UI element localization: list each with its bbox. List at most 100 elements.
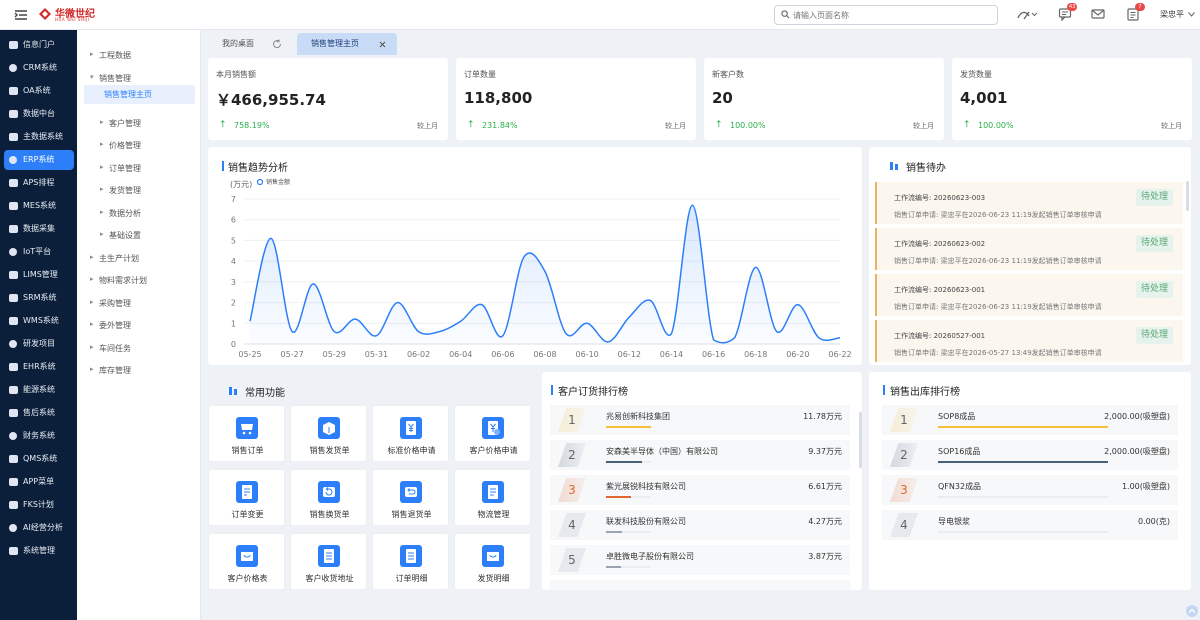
sidebar-item-rd[interactable]: 研发项目 xyxy=(4,334,74,354)
sidebar-item-qms[interactable]: QMS系统 xyxy=(4,449,74,469)
rank-row[interactable]: 3 QFN32成品 1.00(吸塑盘) xyxy=(882,475,1178,505)
function-tile[interactable]: 物流管理 xyxy=(454,469,531,526)
x-tick-label: 05-27 xyxy=(281,350,304,359)
kpi-change: 758.19% xyxy=(234,121,270,130)
rank-row[interactable]: 5 卓胜微电子股份有限公司 3.87万元 xyxy=(550,545,850,575)
function-label: 销售订单 xyxy=(231,446,264,455)
function-tile[interactable]: 客户价格表 xyxy=(208,533,285,590)
refresh-icon[interactable] xyxy=(272,39,282,49)
subnav-item[interactable]: ▸ 物料需求计划 xyxy=(90,275,147,286)
iot-icon xyxy=(9,248,17,256)
message-icon[interactable]: 43 xyxy=(1058,3,1078,23)
subnav-item[interactable]: ▸ 基础设置 xyxy=(100,230,141,241)
subnav-item[interactable]: ▾ 销售管理 xyxy=(90,73,131,84)
sidebar-item-crm[interactable]: CRM系统 xyxy=(4,58,74,78)
function-tile[interactable]: 销售订单 xyxy=(208,405,285,462)
master-data-icon xyxy=(9,133,18,141)
sidebar-item-master-data[interactable]: 主数据系统 xyxy=(4,127,74,147)
function-tile[interactable]: 标准价格申请 xyxy=(372,405,449,462)
user-menu-chevron-down-icon[interactable] xyxy=(1188,12,1195,17)
sidebar-item-label: AI经营分析 xyxy=(23,523,63,532)
mail-icon[interactable] xyxy=(1091,7,1107,23)
sidebar-item-oa[interactable]: OA系统 xyxy=(4,81,74,101)
sidebar-item-mes[interactable]: MES系统 xyxy=(4,196,74,216)
rank-row[interactable]: 1 兆易创新科技集团 11.78万元 xyxy=(550,405,850,435)
energy-icon xyxy=(9,386,18,394)
sidebar-item-srm[interactable]: SRM系统 xyxy=(4,288,74,308)
rank-number: 3 xyxy=(890,478,918,502)
sidebar-item-after-sales[interactable]: 售后系统 xyxy=(4,403,74,423)
caret-right-icon: ▸ xyxy=(90,343,94,351)
search-input[interactable] xyxy=(793,8,993,22)
rank-row[interactable]: 1 SOP8成品 2,000.00(吸塑盘) xyxy=(882,405,1178,435)
tab-my-desktop[interactable]: 我的桌面 xyxy=(212,33,300,55)
sidebar-item-finance[interactable]: 财务系统 xyxy=(4,426,74,446)
subnav-item[interactable]: ▸ 客户管理 xyxy=(100,118,141,129)
function-tile[interactable]: 发货明细 xyxy=(454,533,531,590)
rank-row[interactable]: 4 导电银浆 0.00(克) xyxy=(882,510,1178,540)
legend[interactable]: 销售金额 xyxy=(256,178,291,186)
tab-sales-home[interactable]: 销售管理主页 xyxy=(297,33,397,55)
x-tick-label: 05-31 xyxy=(365,350,388,359)
subnav-item[interactable]: ▸ 采购管理 xyxy=(90,298,131,309)
todo-item[interactable]: 工作流编号: 20260623-003 销售订单申请: 梁忠平在2026-06-2… xyxy=(875,182,1183,224)
logo[interactable]: 华微世纪 HUA WEI SHIJI xyxy=(38,5,98,25)
rank-row[interactable]: 3 紫光展锐科技有限公司 6.61万元 xyxy=(550,475,850,505)
sidebar-item-erp[interactable]: ERP系统 xyxy=(4,150,74,170)
theme-icon[interactable] xyxy=(1016,7,1038,23)
menu-toggle-icon[interactable] xyxy=(14,8,28,22)
function-label: 订单明细 xyxy=(395,574,428,583)
rank-row[interactable]: 2 SOP16成品 2,000.00(吸塑盘) xyxy=(882,440,1178,470)
close-icon[interactable] xyxy=(379,41,386,48)
caret-right-icon: ▸ xyxy=(100,163,104,171)
sidebar-item-app[interactable]: APP菜单 xyxy=(4,472,74,492)
todo-item[interactable]: 工作流编号: 20260623-002 销售订单申请: 梁忠平在2026-06-2… xyxy=(875,228,1183,270)
sidebar-item-label: IoT平台 xyxy=(23,247,52,256)
sidebar-item-energy[interactable]: 能源系统 xyxy=(4,380,74,400)
function-tile[interactable]: 订单明细 xyxy=(372,533,449,590)
subnav-item[interactable]: ▸ 发货管理 xyxy=(100,185,141,196)
function-tile[interactable]: 销售退货单 xyxy=(372,469,449,526)
rank-row[interactable]: 2 安森美半导体（中国）有限公司 9.37万元 xyxy=(550,440,850,470)
function-tile[interactable]: 销售发货单 xyxy=(290,405,367,462)
function-tile[interactable]: 销售换货单 xyxy=(290,469,367,526)
subnav-item[interactable]: ▸ 工程数据 xyxy=(90,50,131,61)
todo-item[interactable]: 工作流编号: 20260623-001 销售订单申请: 梁忠平在2026-06-2… xyxy=(875,274,1183,316)
kpi-value: 118,800 xyxy=(464,89,533,107)
function-tile[interactable]: 客户收货地址 xyxy=(290,533,367,590)
sidebar-item-fks[interactable]: FKS计划 xyxy=(4,495,74,515)
sidebar-item-label: 系统管理 xyxy=(23,546,55,555)
sidebar-item-iot[interactable]: IoT平台 xyxy=(4,242,74,262)
function-tile[interactable]: 订单变更 xyxy=(208,469,285,526)
rank-scrollbar[interactable] xyxy=(859,412,862,468)
subnav-item[interactable]: ▸ 库存管理 xyxy=(90,365,131,376)
search-box[interactable] xyxy=(774,5,998,25)
subnav-item-active-label[interactable]: 销售管理主页 xyxy=(104,89,152,100)
sidebar-item-data-center[interactable]: 数据中台 xyxy=(4,104,74,124)
function-tile[interactable]: 客户价格申请 xyxy=(454,405,531,462)
sidebar-item-aps[interactable]: APS排程 xyxy=(4,173,74,193)
sidebar-item-portal[interactable]: 信息门户 xyxy=(4,35,74,55)
back-to-top-button[interactable] xyxy=(1186,605,1198,617)
subnav-item[interactable]: ▸ 订单管理 xyxy=(100,163,141,174)
rank-row[interactable]: 4 联发科技股份有限公司 4.27万元 xyxy=(550,510,850,540)
subnav-item-label: 基础设置 xyxy=(109,231,141,240)
notice-icon[interactable]: 7 xyxy=(1126,3,1145,23)
rank-value: 11.78万元 xyxy=(803,412,842,421)
top-bar: 华微世纪 HUA WEI SHIJI 43 7 梁忠平 xyxy=(0,0,1200,30)
sidebar-item-ehr[interactable]: EHR系统 xyxy=(4,357,74,377)
sidebar-item-ai[interactable]: AI经营分析 xyxy=(4,518,74,538)
subnav-item[interactable]: ▸ 车间任务 xyxy=(90,343,131,354)
subnav-item[interactable]: ▸ 委外管理 xyxy=(90,320,131,331)
todo-item[interactable]: 工作流编号: 20260527-001 销售订单申请: 梁忠平在2026-05-2… xyxy=(875,320,1183,362)
sidebar-item-settings[interactable]: 系统管理 xyxy=(4,541,74,561)
logo-mark-icon xyxy=(38,7,52,21)
todo-scrollbar[interactable] xyxy=(1186,181,1189,211)
sidebar-item-wms[interactable]: WMS系统 xyxy=(4,311,74,331)
user-name[interactable]: 梁忠平 xyxy=(1160,9,1184,20)
subnav-item[interactable]: ▸ 数据分析 xyxy=(100,208,141,219)
subnav-item[interactable]: ▸ 价格管理 xyxy=(100,140,141,151)
sidebar-item-collect[interactable]: 数据采集 xyxy=(4,219,74,239)
sidebar-item-lims[interactable]: LIMS管理 xyxy=(4,265,74,285)
subnav-item[interactable]: ▸ 主生产计划 xyxy=(90,253,139,264)
